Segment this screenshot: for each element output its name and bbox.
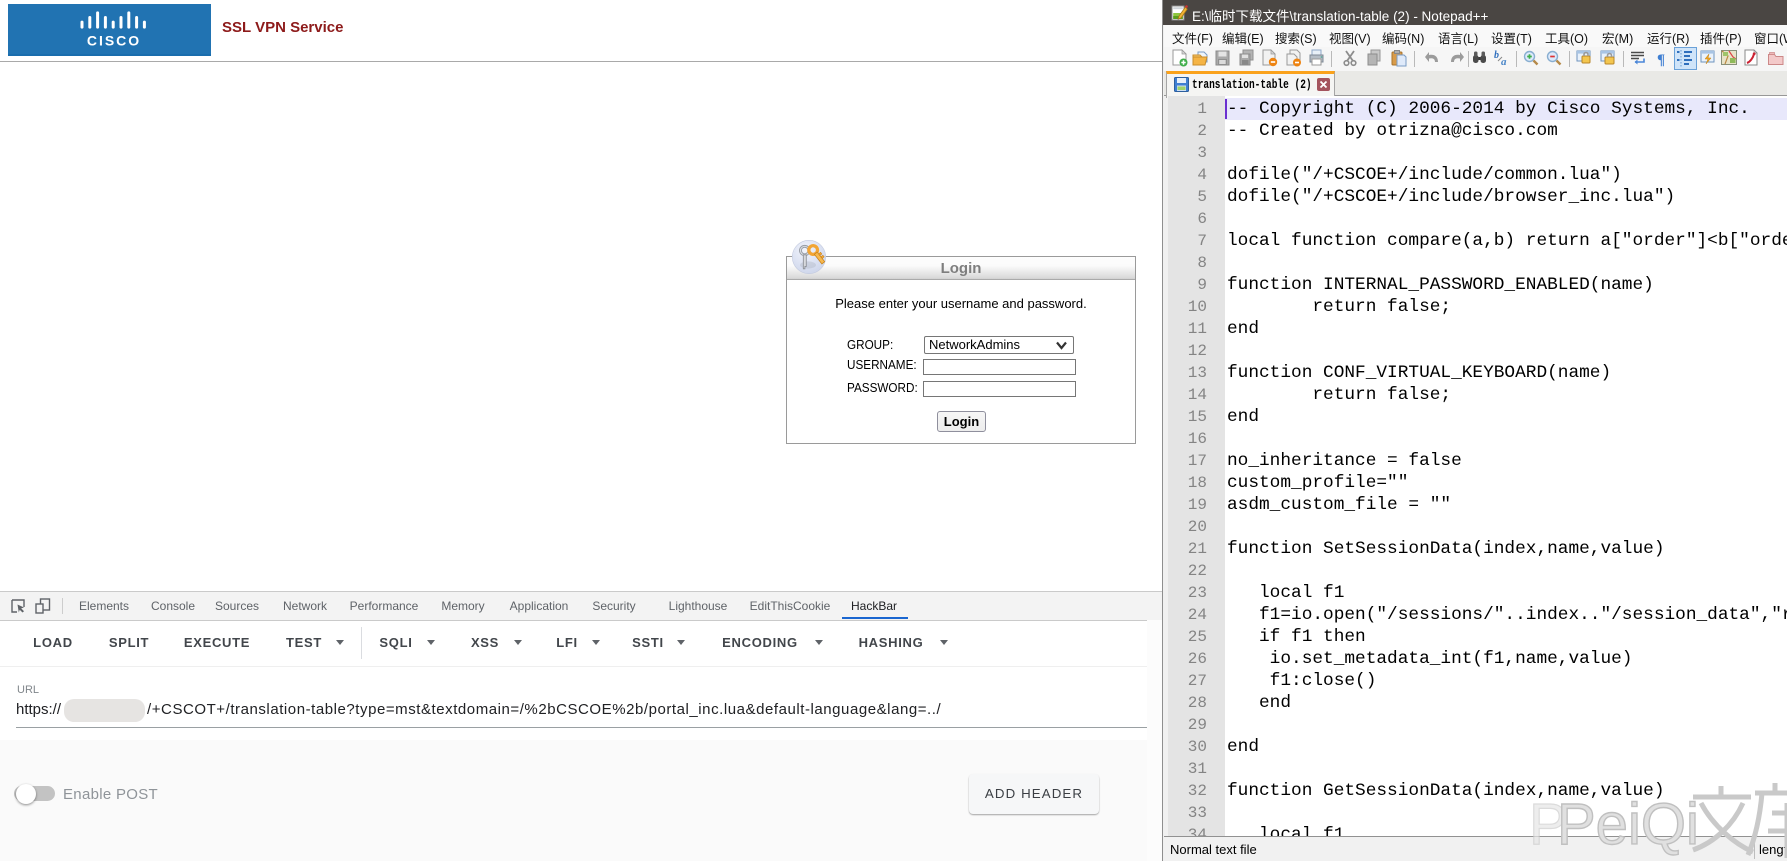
svg-text:b: b xyxy=(1494,50,1499,61)
svg-text:¶: ¶ xyxy=(1657,52,1665,68)
svg-text:PeiQi: PeiQi xyxy=(1557,792,1699,857)
svg-text:CISCO: CISCO xyxy=(87,33,141,49)
